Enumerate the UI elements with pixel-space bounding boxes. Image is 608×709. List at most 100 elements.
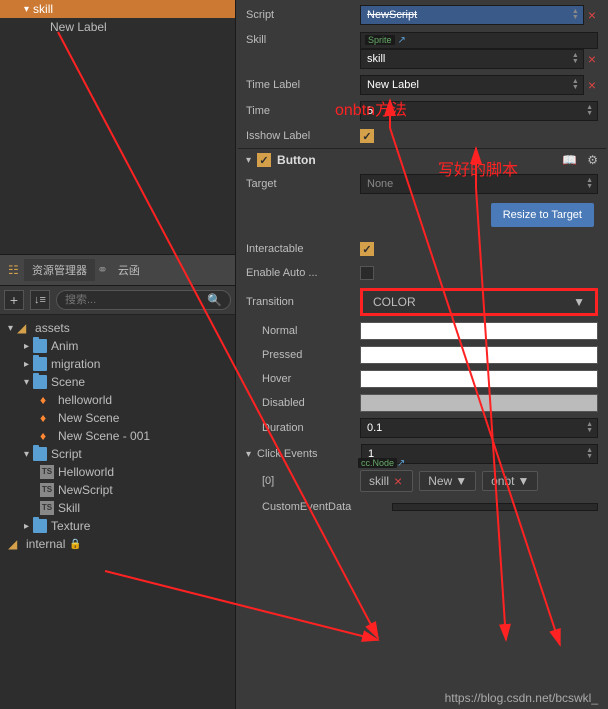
assets-toolbar: + ↓≡ 🔍 (0, 286, 235, 315)
book-icon[interactable]: 📖 (562, 153, 577, 167)
tab-assets-manager[interactable]: 资源管理器 (24, 259, 95, 281)
event-handler-select[interactable]: onbt▼ (482, 471, 538, 491)
label-normal: Normal (246, 325, 354, 337)
label-duration: Duration (246, 422, 354, 434)
search-input[interactable] (65, 294, 207, 306)
inspector-panel: Script NewScript▲▼× Skill Sprite↗ skill▲… (235, 0, 608, 709)
folder-icon (33, 339, 47, 353)
stepper-icon[interactable]: ▲▼ (572, 53, 579, 65)
remove-icon[interactable]: × (586, 77, 598, 93)
timelabel-field[interactable]: New Label (365, 78, 569, 92)
chevron-down-icon: ▼ (455, 474, 467, 488)
hierarchy-item-skill[interactable]: ▾ skill (0, 0, 235, 18)
hierarchy-item-newlabel[interactable]: New Label (0, 18, 235, 36)
expand-arrow-icon[interactable]: ▾ (24, 4, 29, 15)
label-isshow: Isshow Label (246, 130, 354, 142)
skill-field[interactable]: skill (365, 52, 569, 66)
search-icon: 🔍 (207, 293, 222, 307)
label-time: Time (246, 105, 354, 117)
stepper-icon[interactable]: ▲▼ (572, 9, 579, 21)
gear-icon[interactable]: ⚙ (587, 153, 598, 167)
disabled-color-swatch[interactable] (360, 394, 598, 412)
duration-field[interactable]: 0.1 (365, 421, 583, 435)
time-field[interactable]: 5 (365, 104, 583, 118)
enable-checkbox[interactable] (257, 153, 271, 167)
sort-button[interactable]: ↓≡ (30, 290, 50, 310)
event-node-field[interactable]: skill× (360, 470, 413, 492)
asset-folder-anim[interactable]: ▸Anim (4, 337, 231, 355)
watermark: https://blog.csdn.net/bcswkl_ (445, 691, 598, 705)
label-enableauto: Enable Auto ... (246, 267, 354, 279)
folder-icon (33, 447, 47, 461)
event-component-select[interactable]: New▼ (419, 471, 476, 491)
asset-script-helloworld[interactable]: TSHelloworld (4, 463, 231, 481)
asset-folder-texture[interactable]: ▸Texture (4, 517, 231, 535)
label-skill: Skill (246, 34, 354, 46)
lock-icon: 🔒 (69, 539, 81, 550)
section-title: Button (277, 153, 556, 167)
type-tag: cc.Node (358, 458, 397, 468)
normal-color-swatch[interactable] (360, 322, 598, 340)
db-icon: ◢ (17, 321, 31, 335)
assets-tabs: ☷ 资源管理器 ⚭ 云函 (0, 255, 235, 286)
label-idx0: [0] (246, 475, 354, 487)
label-disabled: Disabled (246, 397, 354, 409)
ts-icon: TS (40, 465, 54, 479)
cloud-icon: ⚭ (97, 262, 108, 278)
asset-folder-migration[interactable]: ▸migration (4, 355, 231, 373)
label-customdata: CustomEventData (246, 501, 386, 513)
asset-script-newscript[interactable]: TSNewScript (4, 481, 231, 499)
stepper-icon[interactable]: ▲▼ (586, 105, 593, 117)
folder-icon (33, 519, 47, 533)
stepper-icon[interactable]: ▲▼ (586, 178, 593, 190)
fire-icon: ♦ (40, 393, 54, 407)
transition-select[interactable]: COLOR▼ (360, 288, 598, 316)
label-script: Script (246, 9, 354, 21)
asset-scene-helloworld[interactable]: ♦helloworld (4, 391, 231, 409)
type-tag: Sprite (365, 35, 395, 45)
remove-icon[interactable]: × (586, 51, 598, 67)
asset-internal[interactable]: ◢internal🔒 (4, 535, 231, 553)
folder-icon (33, 357, 47, 371)
script-field[interactable]: NewScript (365, 8, 569, 22)
db-icon: ◢ (8, 537, 22, 551)
link-icon[interactable]: ↗ (398, 35, 406, 46)
label-clickevents: Click Events (257, 448, 355, 460)
label-pressed: Pressed (246, 349, 354, 361)
chevron-down-icon: ▼ (573, 295, 585, 309)
stepper-icon[interactable]: ▲▼ (572, 79, 579, 91)
resize-target-button[interactable]: Resize to Target (491, 203, 594, 227)
collapse-arrow-icon[interactable]: ▾ (246, 155, 251, 166)
target-field[interactable]: None (365, 177, 583, 191)
remove-icon[interactable]: × (586, 7, 598, 23)
label-hover: Hover (246, 373, 354, 385)
add-button[interactable]: + (4, 290, 24, 310)
isshow-checkbox[interactable] (360, 129, 374, 143)
remove-icon: × (392, 473, 404, 489)
label-interactable: Interactable (246, 243, 354, 255)
asset-folder-script[interactable]: ▾Script (4, 445, 231, 463)
stepper-icon[interactable]: ▲▼ (586, 448, 593, 460)
stepper-icon[interactable]: ▲▼ (586, 422, 593, 434)
hover-color-swatch[interactable] (360, 370, 598, 388)
asset-scene-newscene[interactable]: ♦New Scene (4, 409, 231, 427)
label-target: Target (246, 178, 354, 190)
asset-folder-scene[interactable]: ▾Scene (4, 373, 231, 391)
section-button[interactable]: ▾ Button 📖 ⚙ (238, 148, 606, 171)
tab-cloud[interactable]: 云函 (110, 259, 148, 281)
fire-icon: ♦ (40, 429, 54, 443)
asset-root[interactable]: ▾◢assets (4, 319, 231, 337)
customdata-input[interactable] (392, 503, 598, 511)
collapse-arrow-icon[interactable]: ▾ (246, 449, 251, 460)
search-box[interactable]: 🔍 (56, 290, 231, 310)
enableauto-checkbox[interactable] (360, 266, 374, 280)
ts-icon: TS (40, 483, 54, 497)
asset-scene-newscene001[interactable]: ♦New Scene - 001 (4, 427, 231, 445)
pressed-color-swatch[interactable] (360, 346, 598, 364)
interactable-checkbox[interactable] (360, 242, 374, 256)
asset-script-skill[interactable]: TSSkill (4, 499, 231, 517)
link-icon[interactable]: ↗ (397, 458, 405, 469)
label-transition: Transition (246, 296, 354, 308)
chevron-down-icon: ▼ (517, 474, 529, 488)
hierarchy-label: New Label (50, 20, 107, 34)
